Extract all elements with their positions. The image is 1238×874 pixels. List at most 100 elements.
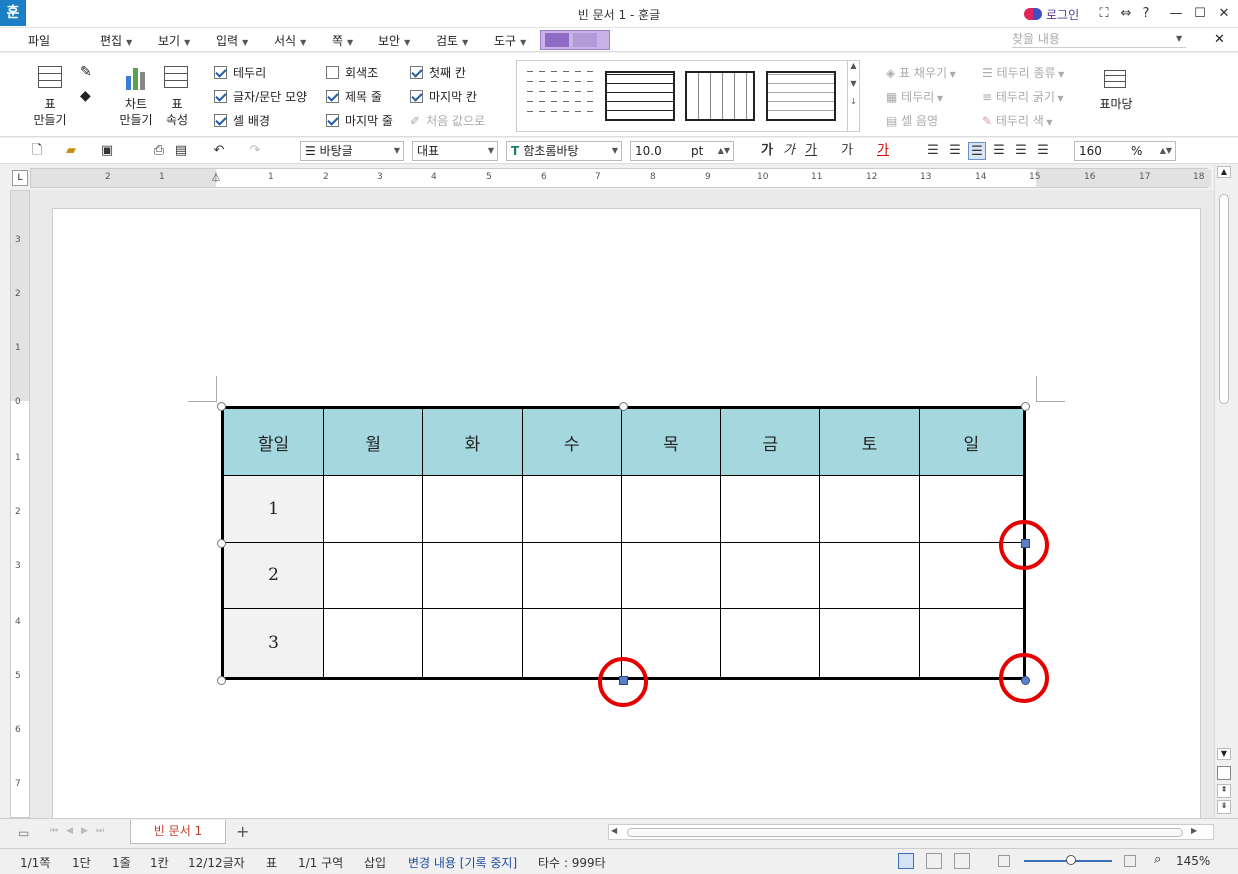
table-cell[interactable]	[521, 541, 622, 610]
view-page-icon[interactable]	[898, 853, 914, 869]
zoom-out-icon[interactable]	[998, 855, 1010, 867]
header-cell[interactable]: 일	[918, 407, 1026, 476]
new-doc-icon[interactable]: 🗋	[28, 142, 46, 160]
header-cell[interactable]: 할일	[222, 407, 324, 476]
align-center-icon[interactable]: ☰	[968, 142, 986, 160]
underline-button[interactable]: 가	[802, 142, 820, 160]
table-cell[interactable]	[720, 475, 821, 543]
menu-security[interactable]: 보안 ▼	[378, 32, 410, 49]
row-header-cell[interactable]: 3	[222, 608, 324, 679]
check-grayscale[interactable]: 회색조	[326, 64, 378, 81]
border-button[interactable]: ▦ 테두리 ▼	[886, 88, 943, 105]
scroll-up-icon[interactable]: ▲	[1217, 166, 1231, 178]
resize-handle-bottom-left[interactable]	[217, 676, 226, 685]
resize-handle-top-right[interactable]	[1021, 402, 1030, 411]
cell-edit-icon[interactable]: ✎	[80, 64, 92, 80]
header-cell[interactable]: 목	[620, 407, 722, 476]
print-icon[interactable]: ⎙	[150, 142, 168, 160]
header-cell[interactable]: 화	[422, 407, 523, 476]
memo-icon[interactable]: ▭	[18, 826, 29, 840]
chart-make-button[interactable]: 차트 만들기	[114, 96, 158, 128]
menu-tools[interactable]: 도구 ▼	[494, 32, 526, 49]
menu-insert[interactable]: 입력 ▼	[216, 32, 248, 49]
check-cell-bg[interactable]: 셀 배경	[214, 112, 270, 129]
gallery-scroll[interactable]: ▲ ▼ ↓	[847, 61, 859, 131]
table-cell[interactable]	[422, 608, 523, 679]
login-button[interactable]: 로그인	[1024, 6, 1079, 22]
font-color-button[interactable]: 가	[874, 142, 892, 160]
style-select[interactable]: ☰ 바탕글 ▼	[300, 141, 404, 161]
font-size-input[interactable]: 10.0 pt ▲▼	[630, 141, 734, 161]
resize-handle-top-left[interactable]	[217, 402, 226, 411]
prev-page-icon[interactable]: ⇞	[1217, 784, 1231, 798]
indent-marker-icon[interactable]: ⏃	[211, 169, 221, 184]
schedule-table[interactable]: 할일 월 화 수 목 금 토 일 1 2 3	[221, 406, 1026, 680]
align-justify-icon[interactable]: ☰	[924, 142, 942, 160]
close-button[interactable]: ✕	[1214, 4, 1234, 24]
zoom-slider-thumb[interactable]	[1066, 855, 1076, 865]
page-view-icon[interactable]	[1217, 766, 1231, 780]
reset-button[interactable]: ✐ 처음 값으로	[410, 112, 485, 129]
ruler-corner-icon[interactable]: L	[12, 170, 28, 186]
table-cell[interactable]	[620, 475, 722, 543]
status-page[interactable]: 1/1쪽	[20, 854, 50, 871]
magnifier-icon[interactable]: ⌕	[1154, 852, 1161, 867]
menu-edit[interactable]: 편집 ▼	[100, 32, 132, 49]
table-cell[interactable]	[322, 541, 424, 610]
menu-view[interactable]: 보기 ▼	[158, 32, 190, 49]
check-title-row[interactable]: 제목 줄	[326, 88, 382, 105]
view-full-icon[interactable]	[954, 853, 970, 869]
align-split-icon[interactable]: ☰	[1034, 142, 1052, 160]
header-cell[interactable]: 토	[819, 407, 920, 476]
maximize-button[interactable]: ☐	[1190, 4, 1210, 24]
tab-nav-icons[interactable]: ⏮◀▶⏭	[50, 826, 112, 836]
status-insert-mode[interactable]: 삽입	[364, 854, 386, 871]
menu-file[interactable]: 파일	[28, 32, 50, 49]
table-cell[interactable]	[422, 541, 523, 610]
table-cell[interactable]	[521, 475, 622, 543]
bold-button[interactable]: 가	[758, 142, 776, 160]
header-cell[interactable]: 수	[521, 407, 622, 476]
spinner-icon[interactable]: ▲▼	[1160, 142, 1172, 160]
strike-button[interactable]: 가	[838, 142, 856, 160]
header-cell[interactable]: 금	[720, 407, 821, 476]
table-cell[interactable]	[720, 608, 821, 679]
check-last-row[interactable]: 마지막 줄	[326, 112, 393, 129]
status-track-changes[interactable]: 변경 내용 [기록 중지]	[408, 854, 517, 871]
table-style-button[interactable]: 표마당	[1094, 96, 1138, 112]
next-page-icon[interactable]: ⇟	[1217, 800, 1231, 814]
save-icon[interactable]: ▣	[98, 142, 116, 160]
row-header-cell[interactable]: 1	[222, 475, 324, 543]
fullscreen-icon[interactable]: ⛶	[1094, 4, 1114, 24]
table-cell[interactable]	[422, 475, 523, 543]
redo-icon[interactable]: ↷	[246, 142, 264, 160]
undo-icon[interactable]: ↶	[210, 142, 228, 160]
cell-shade-button[interactable]: ▤ 셀 음영	[886, 112, 938, 129]
header-cell[interactable]: 월	[322, 407, 424, 476]
font-select[interactable]: T 함초롬바탕 ▼	[506, 141, 622, 161]
vertical-scrollbar[interactable]: ▲ ▼ ⇞ ⇟	[1214, 164, 1234, 818]
table-cell[interactable]	[819, 475, 920, 543]
scroll-thumb[interactable]	[1219, 194, 1229, 404]
add-tab-button[interactable]: +	[236, 822, 249, 841]
zoom-in-icon[interactable]	[1124, 855, 1136, 867]
preview-icon[interactable]: ▤	[172, 142, 190, 160]
scroll-thumb-h[interactable]	[627, 828, 1183, 837]
table-make-button[interactable]: 표 만들기	[24, 96, 76, 128]
check-last-col[interactable]: 마지막 칸	[410, 88, 477, 105]
language-select[interactable]: 대표 ▼	[412, 141, 498, 161]
cell-fill-icon[interactable]: ◆	[80, 88, 91, 104]
border-color-button[interactable]: ✎ 테두리 색 ▼	[982, 112, 1053, 129]
scroll-right-icon[interactable]: ▶	[1191, 826, 1197, 835]
tab-document[interactable]: 빈 문서 1	[130, 820, 226, 844]
table-cell[interactable]	[620, 541, 722, 610]
check-char-para[interactable]: 글자/문단 모양	[214, 88, 307, 105]
spinner-icon[interactable]: ▲▼	[718, 142, 730, 160]
table-style-gallery[interactable]: ▲ ▼ ↓	[516, 60, 860, 132]
table-style-grid-3[interactable]	[766, 71, 836, 121]
align-distribute-icon[interactable]: ☰	[1012, 142, 1030, 160]
zoom-input[interactable]: 160% ▲▼	[1074, 141, 1176, 161]
table-cell[interactable]	[819, 541, 920, 610]
horizontal-scrollbar[interactable]: ◀ ▶	[608, 824, 1214, 840]
italic-button[interactable]: 가	[780, 142, 798, 160]
